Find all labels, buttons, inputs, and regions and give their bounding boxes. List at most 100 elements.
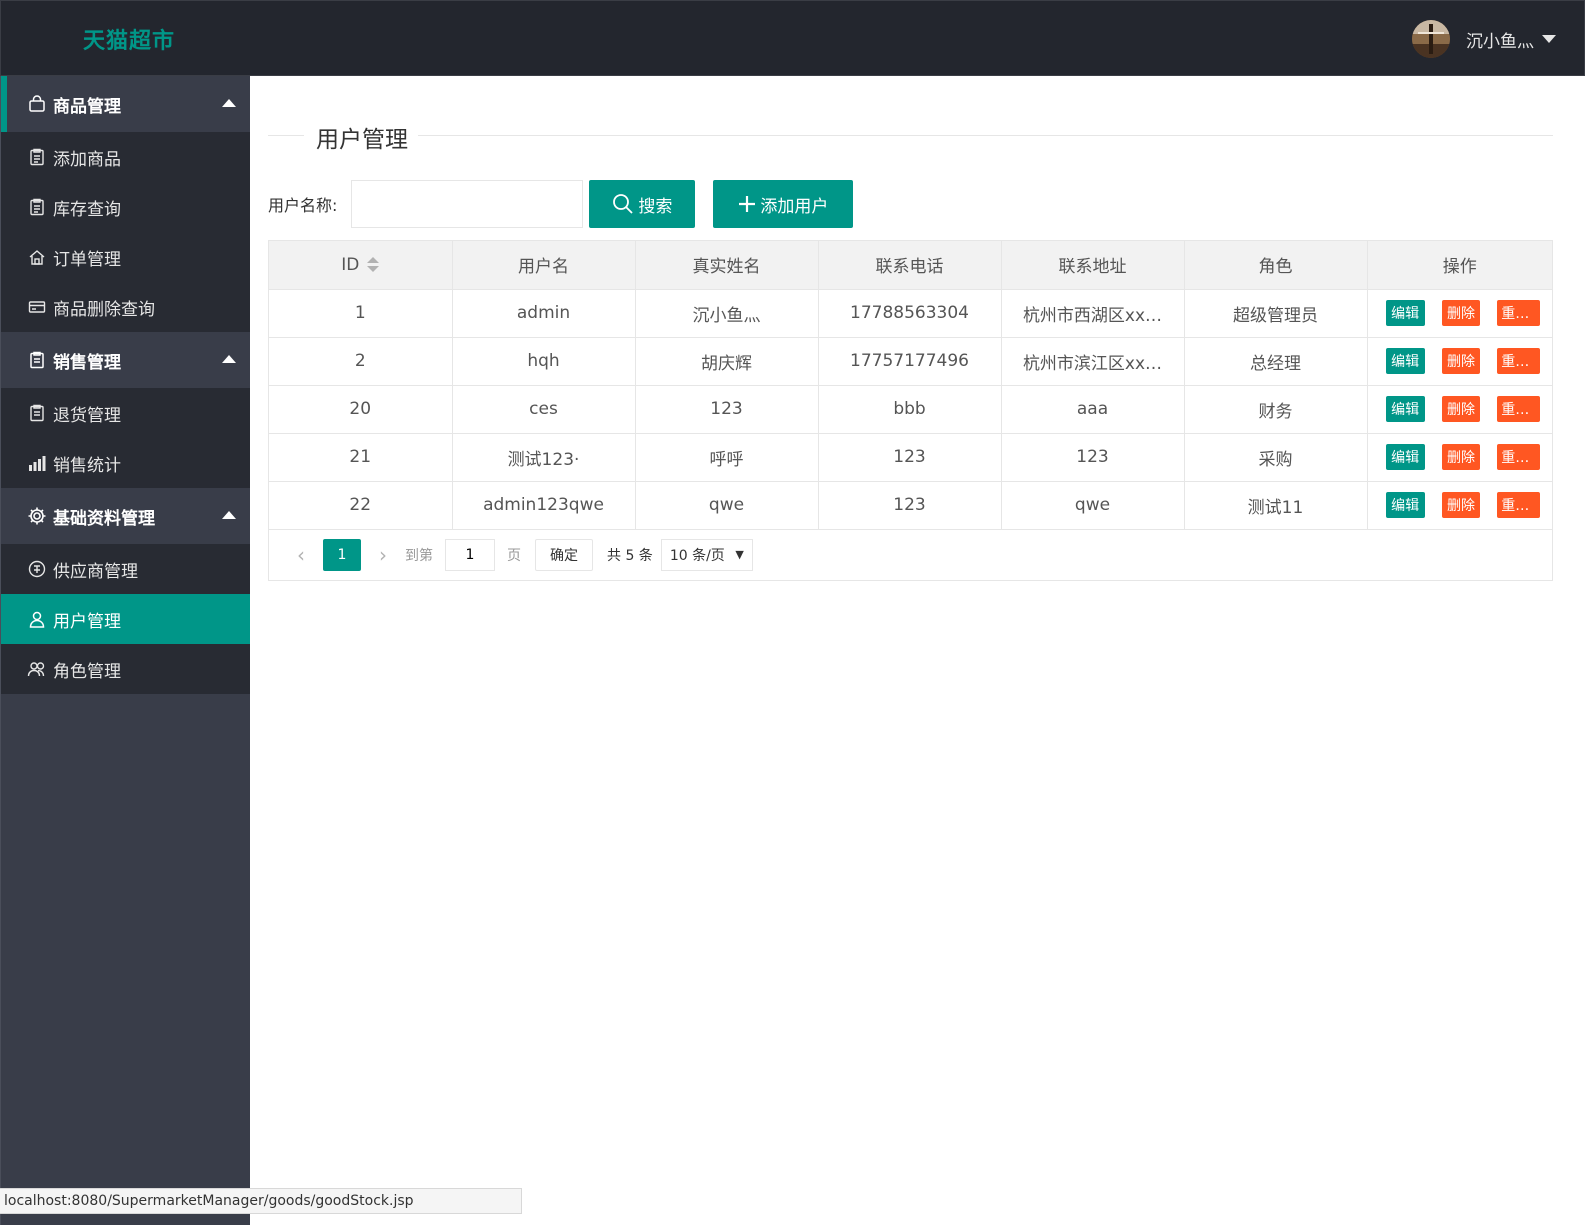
sidebar-item-supplier[interactable]: 供应商管理	[1, 544, 250, 594]
prev-page-icon[interactable]: ‹	[287, 540, 315, 570]
nav-group-title-basic-data[interactable]: 基础资料管理	[1, 488, 250, 544]
sidebar-item-label: 订单管理	[53, 249, 121, 270]
user-menu[interactable]: 沉小鱼灬	[1412, 19, 1556, 59]
cell-address: qwe	[1001, 481, 1185, 530]
edit-button[interactable]: 编辑	[1385, 300, 1425, 326]
add-user-button[interactable]: 添加用户	[713, 180, 854, 228]
chevron-up-icon[interactable]	[222, 99, 236, 107]
nav-group-goods: 商品管理 添加商品 库存查询 订单管理 商品删除查询	[1, 76, 250, 332]
sidebar-item-label: 退货管理	[53, 405, 121, 426]
next-page-icon[interactable]: ›	[369, 540, 397, 570]
delete-button[interactable]: 删除	[1441, 444, 1481, 470]
chevron-up-icon[interactable]	[222, 511, 236, 519]
username-search-input[interactable]	[351, 180, 584, 228]
cell-phone: 123	[818, 433, 1002, 482]
nav-group-title-goods[interactable]: 商品管理	[1, 76, 250, 132]
delete-button[interactable]: 删除	[1441, 300, 1481, 326]
sort-icon[interactable]	[367, 256, 380, 273]
logo[interactable]: 天猫超市	[83, 23, 175, 55]
basket-icon	[27, 94, 47, 114]
cell-actions: 编辑 删除 重…	[1367, 337, 1552, 386]
sidebar-item-label: 角色管理	[53, 661, 121, 682]
cell-role: 总经理	[1184, 337, 1368, 386]
cell-realname: 呼呼	[635, 433, 819, 482]
table-header-row: ID 用户名 真实姓名 联系电话 联系地址 角色 操作	[269, 241, 1552, 290]
cell-realname: 123	[635, 385, 819, 434]
search-button[interactable]: 搜索	[589, 180, 696, 228]
cell-phone: bbb	[818, 385, 1002, 434]
sidebar-item-deleted-goods[interactable]: 商品删除查询	[1, 282, 250, 332]
delete-button[interactable]: 删除	[1441, 492, 1481, 518]
pagination: ‹ 1 › 到第 页 确定 共 5 条 10 条/页 ▼	[269, 530, 1552, 580]
column-header-username: 用户名	[452, 241, 636, 290]
column-header-id[interactable]: ID	[269, 241, 453, 290]
edit-button[interactable]: 编辑	[1385, 444, 1425, 470]
sidebar-item-order-manage[interactable]: 订单管理	[1, 232, 250, 282]
nav-group-title-sales[interactable]: 销售管理	[1, 332, 250, 388]
nav-group-sales: 销售管理 退货管理 销售统计	[1, 332, 250, 488]
sidebar-item-label: 添加商品	[53, 149, 121, 170]
table-row: 1 admin 沉小鱼灬 17788563304 杭州市西湖区xx… 超级管理员 编辑 删除重…	[269, 289, 1552, 338]
nav-sub-sales: 退货管理 销售统计	[1, 388, 250, 488]
edit-button[interactable]: 编辑	[1385, 396, 1425, 422]
cell-actions: 编辑 删除 重…	[1367, 385, 1552, 434]
sidebar-item-role-manage[interactable]: 角色管理	[1, 644, 250, 694]
cell-address: 杭州市滨江区xx…	[1001, 337, 1185, 386]
search-bar: 用户名称: 搜索 添加用户	[268, 180, 854, 228]
sidebar-item-stock-query[interactable]: 库存查询	[1, 182, 250, 232]
cell-realname: 胡庆辉	[635, 337, 819, 386]
plus-icon	[738, 195, 756, 213]
cell-id: 20	[269, 385, 453, 434]
main-content: 用户管理 用户名称: 搜索 添加用户 ID 用户名 真实姓名 联系电话 联系地址…	[250, 76, 1585, 1225]
page-size-select[interactable]: 10 条/页 ▼	[660, 538, 753, 571]
column-header-phone: 联系电话	[818, 241, 1002, 290]
sidebar-item-add-goods[interactable]: 添加商品	[1, 132, 250, 182]
search-button-label: 搜索	[638, 196, 673, 217]
divider	[418, 135, 1553, 136]
page-size-value: 10 条/页	[669, 547, 725, 564]
sidebar-item-sales-stats[interactable]: 销售统计	[1, 438, 250, 488]
reset-password-button[interactable]: 重…	[1497, 300, 1540, 326]
sidebar-item-label: 商品删除查询	[53, 299, 155, 320]
table-row: 2 hqh 胡庆辉 17757177496 杭州市滨江区xx… 总经理 编辑 删除 重…	[269, 337, 1552, 386]
nav-sub-basic-data: 供应商管理 用户管理 角色管理	[1, 544, 250, 694]
sidebar-filler	[1, 694, 250, 1194]
cell-phone: 123	[818, 481, 1002, 530]
delete-button[interactable]: 删除	[1441, 348, 1481, 374]
search-icon	[612, 193, 634, 215]
nav-sub-goods: 添加商品 库存查询 订单管理 商品删除查询	[1, 132, 250, 332]
table-row: 21 测试123· 呼呼 123 123 采购 编辑 删除 重…	[269, 433, 1552, 482]
users-icon	[27, 659, 47, 679]
page-number-current[interactable]: 1	[323, 538, 361, 571]
reset-password-button[interactable]: 重…	[1497, 492, 1540, 518]
sidebar-item-returns[interactable]: 退货管理	[1, 388, 250, 438]
clipboard-icon	[27, 197, 47, 217]
edit-button[interactable]: 编辑	[1385, 492, 1425, 518]
cell-realname: 沉小鱼灬	[635, 289, 819, 338]
supplier-icon	[27, 559, 47, 579]
avatar[interactable]	[1412, 20, 1450, 58]
cell-username: ces	[452, 385, 636, 434]
reset-password-button[interactable]: 重…	[1497, 396, 1540, 422]
sidebar: 商品管理 添加商品 库存查询 订单管理 商品删除查询 销售管理 退货管理 销售统…	[0, 76, 250, 1225]
reset-password-button[interactable]: 重…	[1497, 348, 1540, 374]
chevron-down-icon[interactable]	[1542, 35, 1556, 43]
row-actions: 编辑 删除 重…	[1380, 396, 1540, 422]
chevron-up-icon[interactable]	[222, 355, 236, 363]
user-name[interactable]: 沉小鱼灬	[1466, 27, 1534, 52]
edit-button[interactable]: 编辑	[1385, 348, 1425, 374]
goto-page-input[interactable]	[445, 538, 495, 571]
sidebar-item-label: 库存查询	[53, 199, 121, 220]
sidebar-item-user-manage[interactable]: 用户管理	[1, 594, 250, 644]
cell-actions: 编辑 删除 重…	[1367, 289, 1552, 338]
cell-username: admin123qwe	[452, 481, 636, 530]
goto-confirm-button[interactable]: 确定	[535, 538, 593, 571]
column-header-address: 联系地址	[1001, 241, 1185, 290]
cell-address: 123	[1001, 433, 1185, 482]
cell-username: admin	[452, 289, 636, 338]
row-actions: 编辑 删除 重…	[1380, 300, 1540, 326]
delete-button[interactable]: 删除	[1441, 396, 1481, 422]
row-actions: 编辑 删除 重…	[1380, 492, 1540, 518]
reset-password-button[interactable]: 重…	[1497, 444, 1540, 470]
gear-icon	[27, 506, 47, 526]
